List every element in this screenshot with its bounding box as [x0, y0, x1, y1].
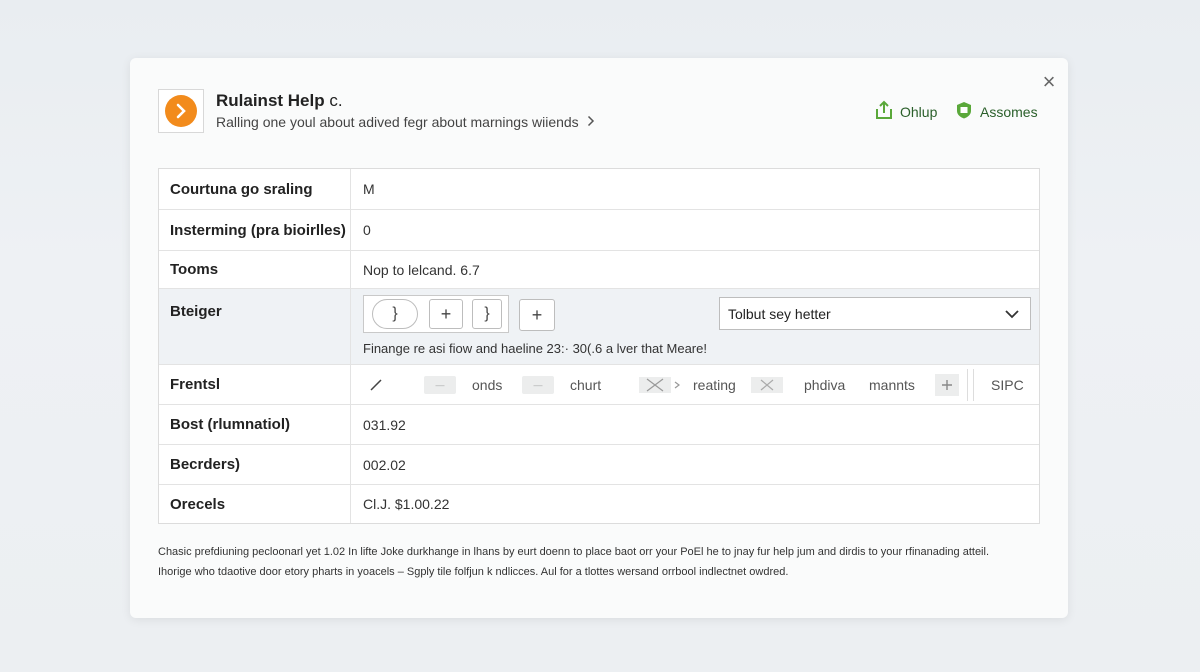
table-row: Bteiger } + } + Tolbut sey hetter Finang…	[159, 289, 1039, 365]
table-row: Frentsl — onds — churt reating phdiva ma…	[159, 365, 1039, 405]
sipc-label[interactable]: SIPC	[991, 365, 1024, 404]
assomes-button-label: Assomes	[980, 103, 1038, 120]
shield-icon	[954, 100, 974, 123]
stepper-group: } + }	[363, 295, 509, 333]
chevron-right-icon	[165, 95, 197, 127]
row-label: Frentsl	[159, 365, 351, 404]
chevron-right-icon	[587, 114, 595, 130]
row-label: Bost (rlumnatiol)	[159, 405, 351, 444]
footer-text-line: Chasic prefdiuning pecloonarl yet 1.02 I…	[158, 546, 990, 558]
row-value[interactable]: Cl.J. $1.00.22	[363, 485, 449, 523]
dialog-subtitle-link[interactable]: Ralling one youl about adived fegr about…	[216, 114, 595, 130]
select-value: Tolbut sey hetter	[728, 305, 831, 322]
divider	[973, 369, 974, 401]
preference-select[interactable]: Tolbut sey hetter	[719, 297, 1031, 330]
help-button-label: Ohlup	[900, 103, 938, 120]
table-row: Orecels Cl.J. $1.00.22	[159, 485, 1039, 523]
plus-icon[interactable]: +	[519, 299, 555, 331]
stepper-value-a[interactable]: }	[372, 299, 418, 329]
row-value[interactable]: M	[363, 169, 375, 209]
row-value[interactable]: Nop to lelcand. 6.7	[363, 251, 480, 288]
row-value[interactable]: 002.02	[363, 445, 406, 484]
tool-label[interactable]: onds	[472, 365, 502, 404]
upload-icon	[874, 100, 894, 123]
title-text: Rulainst Help	[216, 91, 325, 110]
table-row: Courtuna go sraling M	[159, 169, 1039, 210]
strike-icon[interactable]	[639, 365, 683, 404]
row-label: Bteiger	[159, 289, 351, 364]
help-button[interactable]: Ohlup	[874, 100, 937, 123]
dialog-title: Rulainst Help c.	[216, 91, 343, 111]
divider	[967, 369, 968, 401]
font-toolbar: — onds — churt reating phdiva mannts SIP…	[351, 365, 1039, 404]
clear-format-icon[interactable]	[751, 365, 783, 404]
subtitle-text: Ralling one youl about adived fegr about…	[216, 114, 579, 130]
row-note: Finange re asi fiow and haeline 23:· 30(…	[363, 341, 707, 356]
chevron-down-icon	[1004, 306, 1020, 325]
app-logo	[158, 89, 204, 133]
row-label: Insterming (pra bioirlles)	[159, 210, 351, 250]
pencil-icon[interactable]	[369, 365, 383, 404]
plus-icon[interactable]: +	[429, 299, 463, 329]
row-label: Becrders)	[159, 445, 351, 484]
table-row: Bost (rlumnatiol) 031.92	[159, 405, 1039, 445]
row-label: Tooms	[159, 251, 351, 288]
row-value[interactable]: 0	[363, 210, 371, 250]
settings-table: Courtuna go sraling M Insterming (pra bi…	[158, 168, 1040, 524]
title-suffix: c.	[329, 91, 343, 110]
assomes-button[interactable]: Assomes	[954, 100, 1038, 123]
table-row: Insterming (pra bioirlles) 0	[159, 210, 1039, 251]
tool-chip-icon[interactable]: —	[424, 365, 456, 404]
close-icon[interactable]: ×	[1040, 71, 1058, 93]
tool-label[interactable]: phdiva	[804, 365, 845, 404]
footer-text-line: Ihorige who tdaotive door etory pharts i…	[158, 566, 789, 578]
table-row: Tooms Nop to lelcand. 6.7	[159, 251, 1039, 289]
row-value[interactable]: 031.92	[363, 405, 406, 444]
row-label: Courtuna go sraling	[159, 169, 351, 209]
tool-label[interactable]: churt	[570, 365, 601, 404]
table-row: Becrders) 002.02	[159, 445, 1039, 485]
stepper-value-b[interactable]: }	[472, 299, 502, 329]
tool-label[interactable]: reating	[693, 365, 736, 404]
add-icon[interactable]	[935, 365, 959, 404]
tool-label[interactable]: mannts	[869, 365, 915, 404]
tool-chip-icon[interactable]: —	[522, 365, 554, 404]
row-label: Orecels	[159, 485, 351, 523]
